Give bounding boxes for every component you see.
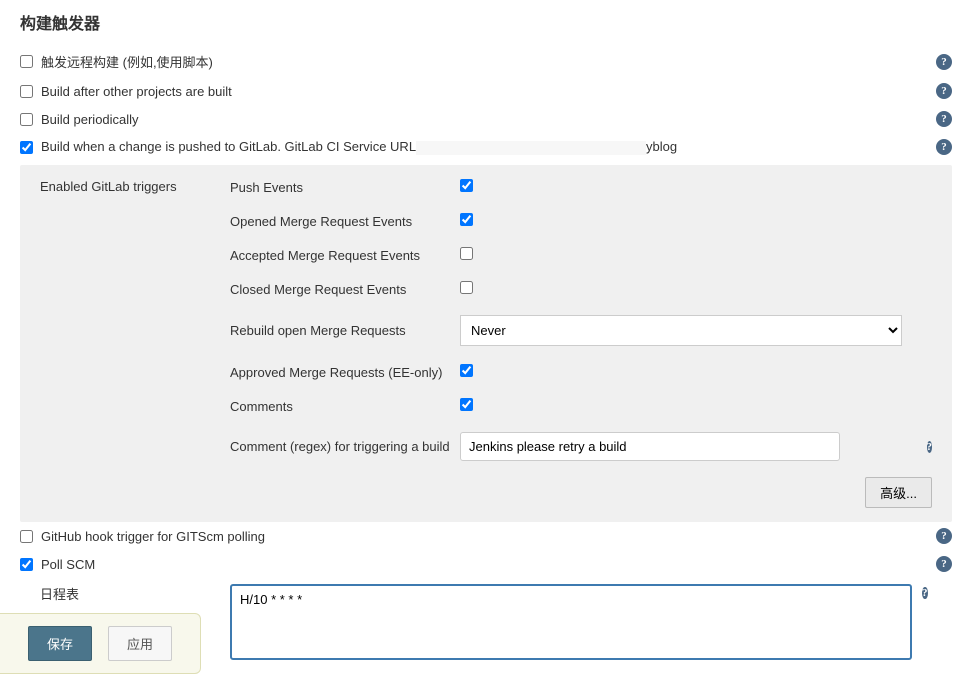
gitlab-url-prefix: Build when a change is pushed to GitLab.… bbox=[41, 139, 416, 154]
schedule-textarea[interactable]: H/10 * * * * bbox=[230, 584, 912, 660]
rebuild-open-mr-select[interactable]: Never bbox=[460, 315, 902, 346]
opened-mr-label: Opened Merge Request Events bbox=[230, 214, 460, 229]
closed-mr-label: Closed Merge Request Events bbox=[230, 282, 460, 297]
trigger-poll-scm-row: Poll SCM ? bbox=[20, 550, 952, 578]
trigger-remote-checkbox[interactable] bbox=[20, 55, 33, 68]
push-events-label: Push Events bbox=[230, 180, 460, 195]
gitlab-triggers-panel: Enabled GitLab triggers Push Events Open… bbox=[20, 165, 952, 522]
trigger-gitlab-push-row: Build when a change is pushed to GitLab.… bbox=[20, 133, 952, 161]
push-events-checkbox[interactable] bbox=[460, 179, 473, 192]
closed-mr-checkbox[interactable] bbox=[460, 281, 473, 294]
trigger-periodically-checkbox[interactable] bbox=[20, 113, 33, 126]
help-icon[interactable]: ? bbox=[927, 441, 933, 453]
gitlab-section-label: Enabled GitLab triggers bbox=[40, 179, 230, 194]
schedule-label: 日程表 bbox=[40, 584, 220, 603]
trigger-periodically-label: Build periodically bbox=[41, 112, 936, 127]
apply-button[interactable]: 应用 bbox=[108, 626, 172, 661]
trigger-remote-row: 触发远程构建 (例如,使用脚本) ? bbox=[20, 46, 952, 77]
help-icon[interactable]: ? bbox=[936, 54, 952, 70]
trigger-remote-label: 触发远程构建 (例如,使用脚本) bbox=[41, 52, 936, 71]
help-icon[interactable]: ? bbox=[936, 528, 952, 544]
help-icon[interactable]: ? bbox=[936, 83, 952, 99]
trigger-after-projects-label: Build after other projects are built bbox=[41, 84, 936, 99]
approved-mr-label: Approved Merge Requests (EE-only) bbox=[230, 365, 460, 380]
accepted-mr-label: Accepted Merge Request Events bbox=[230, 248, 460, 263]
rebuild-open-mr-label: Rebuild open Merge Requests bbox=[230, 323, 460, 338]
trigger-github-hook-checkbox[interactable] bbox=[20, 530, 33, 543]
advanced-button[interactable]: 高级... bbox=[865, 477, 932, 508]
section-title: 构建触发器 bbox=[20, 10, 952, 34]
gitlab-url-hidden bbox=[416, 141, 646, 155]
opened-mr-checkbox[interactable] bbox=[460, 213, 473, 226]
save-button[interactable]: 保存 bbox=[28, 626, 92, 661]
help-icon[interactable]: ? bbox=[936, 556, 952, 572]
help-icon[interactable]: ? bbox=[936, 111, 952, 127]
comment-regex-input[interactable] bbox=[460, 432, 840, 461]
footer-bar: 保存 应用 bbox=[0, 613, 201, 674]
comment-regex-label: Comment (regex) for triggering a build bbox=[230, 439, 460, 454]
trigger-gitlab-push-checkbox[interactable] bbox=[20, 141, 33, 154]
approved-mr-checkbox[interactable] bbox=[460, 364, 473, 377]
comments-label: Comments bbox=[230, 399, 460, 414]
trigger-gitlab-push-label: Build when a change is pushed to GitLab.… bbox=[41, 139, 936, 155]
trigger-after-projects-row: Build after other projects are built ? bbox=[20, 77, 952, 105]
trigger-poll-scm-label: Poll SCM bbox=[41, 557, 936, 572]
gitlab-url-suffix: yblog bbox=[646, 139, 677, 154]
trigger-github-hook-label: GitHub hook trigger for GITScm polling bbox=[41, 529, 936, 544]
accepted-mr-checkbox[interactable] bbox=[460, 247, 473, 260]
trigger-github-hook-row: GitHub hook trigger for GITScm polling ? bbox=[20, 522, 952, 550]
trigger-after-projects-checkbox[interactable] bbox=[20, 85, 33, 98]
trigger-periodically-row: Build periodically ? bbox=[20, 105, 952, 133]
comments-checkbox[interactable] bbox=[460, 398, 473, 411]
help-icon[interactable]: ? bbox=[922, 587, 928, 599]
help-icon[interactable]: ? bbox=[936, 139, 952, 155]
trigger-poll-scm-checkbox[interactable] bbox=[20, 558, 33, 571]
